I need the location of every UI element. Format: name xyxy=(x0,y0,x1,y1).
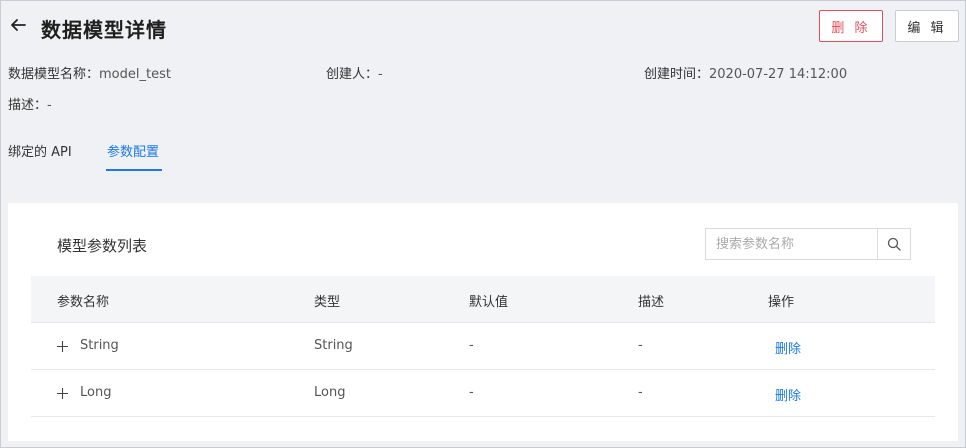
column-header-default: 默认值 xyxy=(469,295,509,310)
created-time-label: 创建时间： xyxy=(644,67,710,82)
page-frame: 数据模型详情 删 除 编 辑 数据模型名称：model_test 创建人：- 创… xyxy=(0,0,966,448)
column-header-action: 操作 xyxy=(768,295,795,310)
delete-row-link[interactable]: 删除 xyxy=(775,385,801,404)
description-label: 描述： xyxy=(8,98,48,113)
tab-bound-api[interactable]: 绑定的 API xyxy=(8,141,72,160)
model-name-value: model_test xyxy=(99,67,171,82)
active-tab-indicator xyxy=(106,169,162,171)
tab-param-config[interactable]: 参数配置 xyxy=(107,141,159,160)
table-row: String String - - 删除 xyxy=(31,323,935,370)
description-value: - xyxy=(47,98,52,113)
param-name: String xyxy=(80,338,119,353)
description-field: 描述：- xyxy=(8,94,52,113)
delete-row-link[interactable]: 删除 xyxy=(775,338,801,357)
delete-button[interactable]: 删 除 xyxy=(819,10,883,42)
model-name-field: 数据模型名称：model_test xyxy=(8,63,171,82)
creator-field: 创建人：- xyxy=(326,63,383,82)
column-header-type: 类型 xyxy=(314,295,341,310)
param-default: - xyxy=(469,338,474,353)
param-description: - xyxy=(638,385,643,400)
creator-value: - xyxy=(378,67,383,82)
table-row: Long Long - - 删除 xyxy=(31,370,935,417)
created-time-field: 创建时间：2020-07-27 14:12:00 xyxy=(644,63,847,82)
created-time-value: 2020-07-27 14:12:00 xyxy=(709,67,848,82)
column-header-description: 描述 xyxy=(638,295,665,310)
search-button[interactable] xyxy=(877,229,910,259)
param-type: Long xyxy=(314,385,346,400)
param-default: - xyxy=(469,385,474,400)
param-list-title: 模型参数列表 xyxy=(57,237,148,255)
page-title: 数据模型详情 xyxy=(41,18,167,42)
table-header: 参数名称 类型 默认值 描述 操作 xyxy=(31,276,935,323)
column-header-name: 参数名称 xyxy=(57,295,110,310)
param-type: String xyxy=(314,338,353,353)
search-icon xyxy=(887,237,901,251)
arrow-left-icon[interactable] xyxy=(9,16,27,34)
search-input[interactable] xyxy=(706,229,877,259)
plus-square-icon[interactable] xyxy=(55,386,70,401)
search-box xyxy=(705,228,911,260)
plus-square-icon[interactable] xyxy=(55,339,70,354)
edit-button[interactable]: 编 辑 xyxy=(895,10,959,42)
model-name-label: 数据模型名称： xyxy=(8,67,100,82)
param-name: Long xyxy=(80,385,112,400)
creator-label: 创建人： xyxy=(326,67,379,82)
param-description: - xyxy=(638,338,643,353)
param-list-card: 模型参数列表 参数名称 类型 默认值 描述 操作 xyxy=(8,203,958,441)
